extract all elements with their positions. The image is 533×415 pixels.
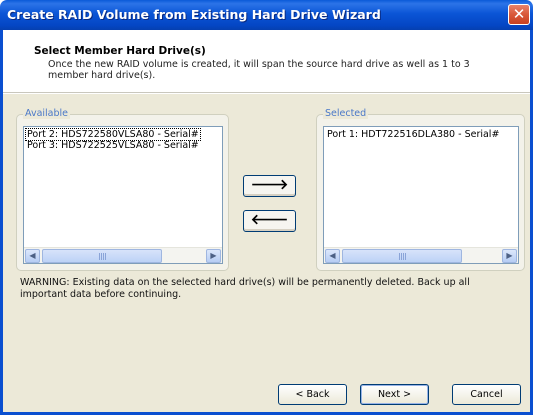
step-description: Once the new RAID volume is created, it … — [48, 59, 470, 81]
chevron-right-icon[interactable]: ▶ — [206, 249, 221, 263]
add-drive-button[interactable]: 🡒 — [243, 175, 296, 197]
list-item[interactable]: Port 2: HDS722580VLSA80 - Serial# — [25, 128, 201, 141]
remove-drive-button[interactable]: 🡐 — [243, 210, 296, 232]
chevron-left-icon[interactable]: ◀ — [325, 249, 340, 263]
horizontal-scrollbar[interactable]: ◀ ▶ — [24, 247, 222, 263]
available-group: Available Port 2: HDS722580VLSA80 - Seri… — [16, 108, 229, 271]
arrow-left-icon: 🡐 — [250, 212, 289, 228]
close-icon[interactable]: ✕ — [508, 4, 530, 25]
wizard-header: Select Member Hard Drive(s) Once the new… — [3, 30, 530, 93]
step-title: Select Member Hard Drive(s) — [34, 45, 206, 57]
chevron-right-icon[interactable]: ▶ — [502, 249, 517, 263]
available-listbox[interactable]: Port 2: HDS722580VLSA80 - Serial# Port 3… — [23, 126, 223, 264]
selected-group: Selected Port 1: HDT722516DLA380 - Seria… — [316, 108, 525, 271]
scroll-thumb[interactable] — [42, 249, 162, 263]
available-label: Available — [23, 108, 71, 119]
back-button[interactable]: < Back — [278, 384, 347, 405]
scroll-thumb[interactable] — [342, 249, 462, 263]
title-bar[interactable]: Create RAID Volume from Existing Hard Dr… — [0, 0, 533, 30]
cancel-button[interactable]: Cancel — [452, 384, 521, 405]
wizard-body: Available Port 2: HDS722580VLSA80 - Seri… — [3, 94, 530, 412]
list-item[interactable]: Port 1: HDT722516DLA380 - Serial# — [326, 129, 500, 140]
horizontal-scrollbar[interactable]: ◀ ▶ — [324, 247, 518, 263]
next-button[interactable]: Next > — [360, 384, 429, 405]
selected-label: Selected — [323, 108, 369, 119]
selected-listbox[interactable]: Port 1: HDT722516DLA380 - Serial# ◀ ▶ — [323, 126, 519, 264]
window-title: Create RAID Volume from Existing Hard Dr… — [7, 7, 381, 22]
arrow-right-icon: 🡒 — [250, 177, 289, 193]
chevron-left-icon[interactable]: ◀ — [25, 249, 40, 263]
list-item[interactable]: Port 3: HDS722525VLSA80 - Serial# — [26, 140, 200, 151]
warning-text: WARNING: Existing data on the selected h… — [20, 277, 470, 300]
